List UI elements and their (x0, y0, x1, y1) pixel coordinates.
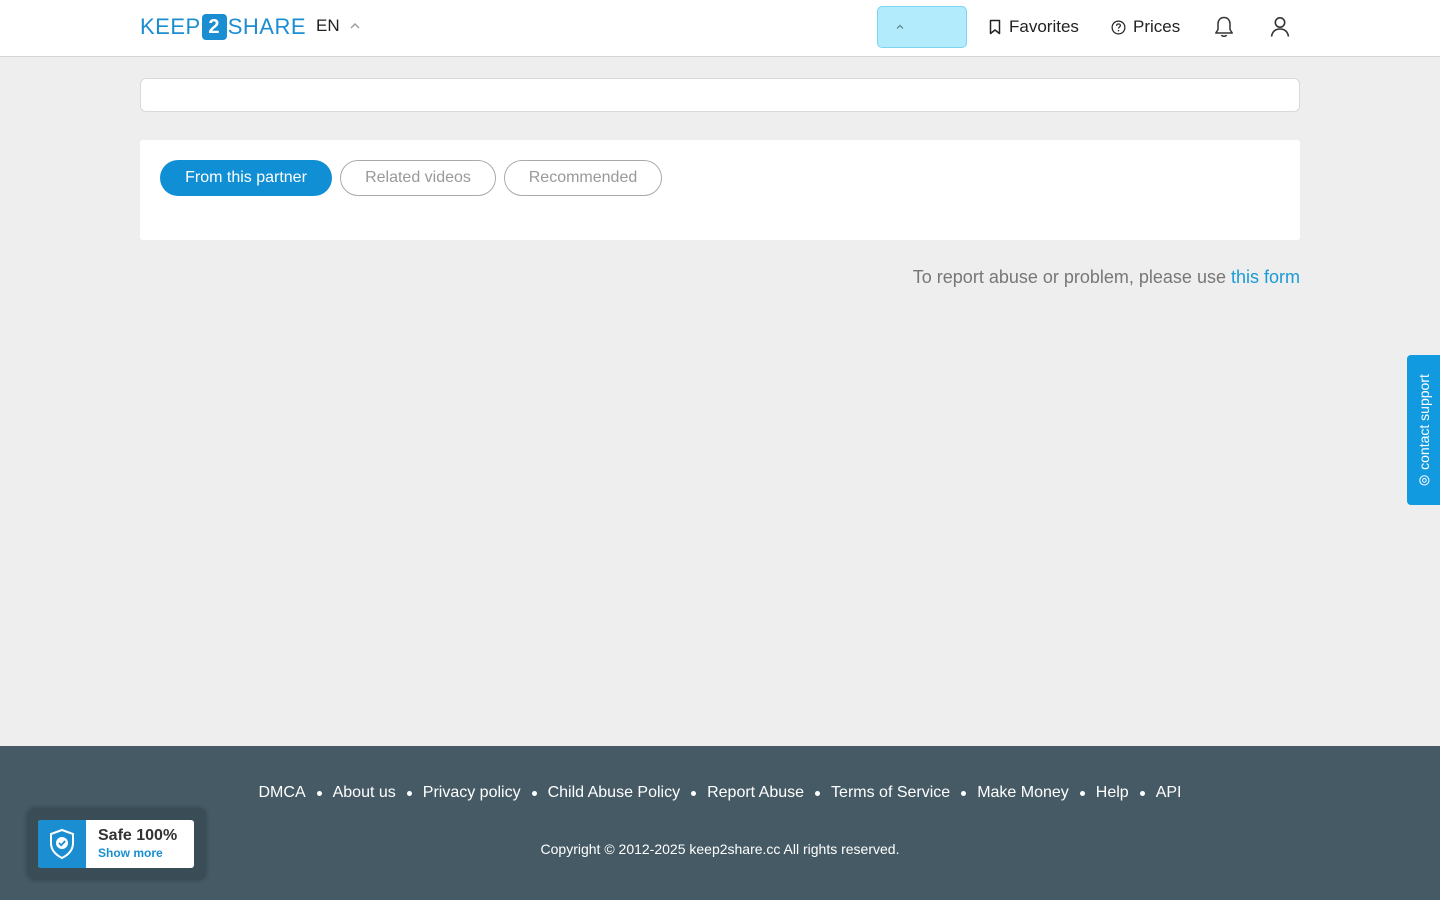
footer-link-api[interactable]: API (1156, 784, 1182, 802)
safe-badge-show-more[interactable]: Show more (98, 845, 177, 861)
safe-badge-title: Safe 100% (98, 827, 178, 844)
prices-link[interactable]: Prices (1111, 17, 1180, 37)
chevron-up-icon (896, 24, 904, 29)
separator-dot (815, 790, 821, 796)
logo-number: 2 (201, 14, 227, 40)
footer-link-report-abuse[interactable]: Report Abuse (707, 784, 804, 802)
favorites-label: Favorites (1009, 17, 1079, 36)
separator-dot (406, 790, 412, 796)
separator-dot (961, 790, 967, 796)
highlighted-toggle-button[interactable] (877, 6, 967, 48)
contact-support-button[interactable]: contact support (1407, 355, 1440, 505)
separator-dot (691, 790, 697, 796)
tab-related-videos[interactable]: Related videos (340, 160, 496, 196)
footer-link-dmca[interactable]: DMCA (259, 784, 306, 802)
separator-dot (1079, 790, 1085, 796)
separator-dot (531, 790, 537, 796)
safe-badge[interactable]: Safe 100% Show more (27, 808, 206, 880)
chevron-up-icon (350, 23, 360, 29)
video-tabs-card: From this partner Related videos Recomme… (140, 140, 1300, 240)
logo-text-left: KEEP (140, 14, 201, 39)
footer-link-terms[interactable]: Terms of Service (831, 784, 950, 802)
contact-support-label: contact support (1415, 374, 1432, 470)
user-icon[interactable] (1269, 15, 1291, 39)
tab-recommended[interactable]: Recommended (504, 160, 662, 196)
site-header: KEEP 2 SHARE EN Favorites Prices (0, 0, 1440, 57)
help-circle-icon (1111, 20, 1126, 34)
prices-label: Prices (1133, 17, 1181, 36)
separator-dot (316, 790, 322, 796)
language-label: EN (316, 16, 340, 35)
footer-link-help[interactable]: Help (1096, 784, 1129, 802)
report-text: To report abuse or problem, please use (912, 267, 1226, 287)
logo-text-right: SHARE (227, 14, 306, 39)
favorites-link[interactable]: Favorites (988, 17, 1079, 37)
footer-links: DMCA About us Privacy policy Child Abuse… (0, 784, 1440, 802)
footer-link-privacy[interactable]: Privacy policy (423, 784, 521, 802)
bookmark-icon (989, 19, 1001, 35)
report-form-link[interactable]: this form (1231, 267, 1300, 287)
safe-badge-inner: Safe 100% Show more (38, 820, 194, 868)
footer-link-make-money[interactable]: Make Money (977, 784, 1069, 802)
footer-link-child-abuse[interactable]: Child Abuse Policy (548, 784, 681, 802)
content-bar (140, 78, 1300, 112)
language-selector[interactable]: EN (316, 16, 362, 36)
site-logo[interactable]: KEEP 2 SHARE (140, 14, 306, 40)
site-footer: DMCA About us Privacy policy Child Abuse… (0, 746, 1440, 900)
bell-icon[interactable] (1213, 15, 1235, 39)
copyright-text: Copyright © 2012-2025 keep2share.cc All … (540, 841, 900, 857)
at-sign-icon (1418, 475, 1429, 486)
separator-dot (1139, 790, 1145, 796)
shield-check-icon (38, 820, 86, 868)
footer-link-about[interactable]: About us (333, 784, 396, 802)
tab-from-this-partner[interactable]: From this partner (160, 160, 332, 196)
report-abuse-line: To report abuse or problem, please use t… (913, 267, 1300, 288)
